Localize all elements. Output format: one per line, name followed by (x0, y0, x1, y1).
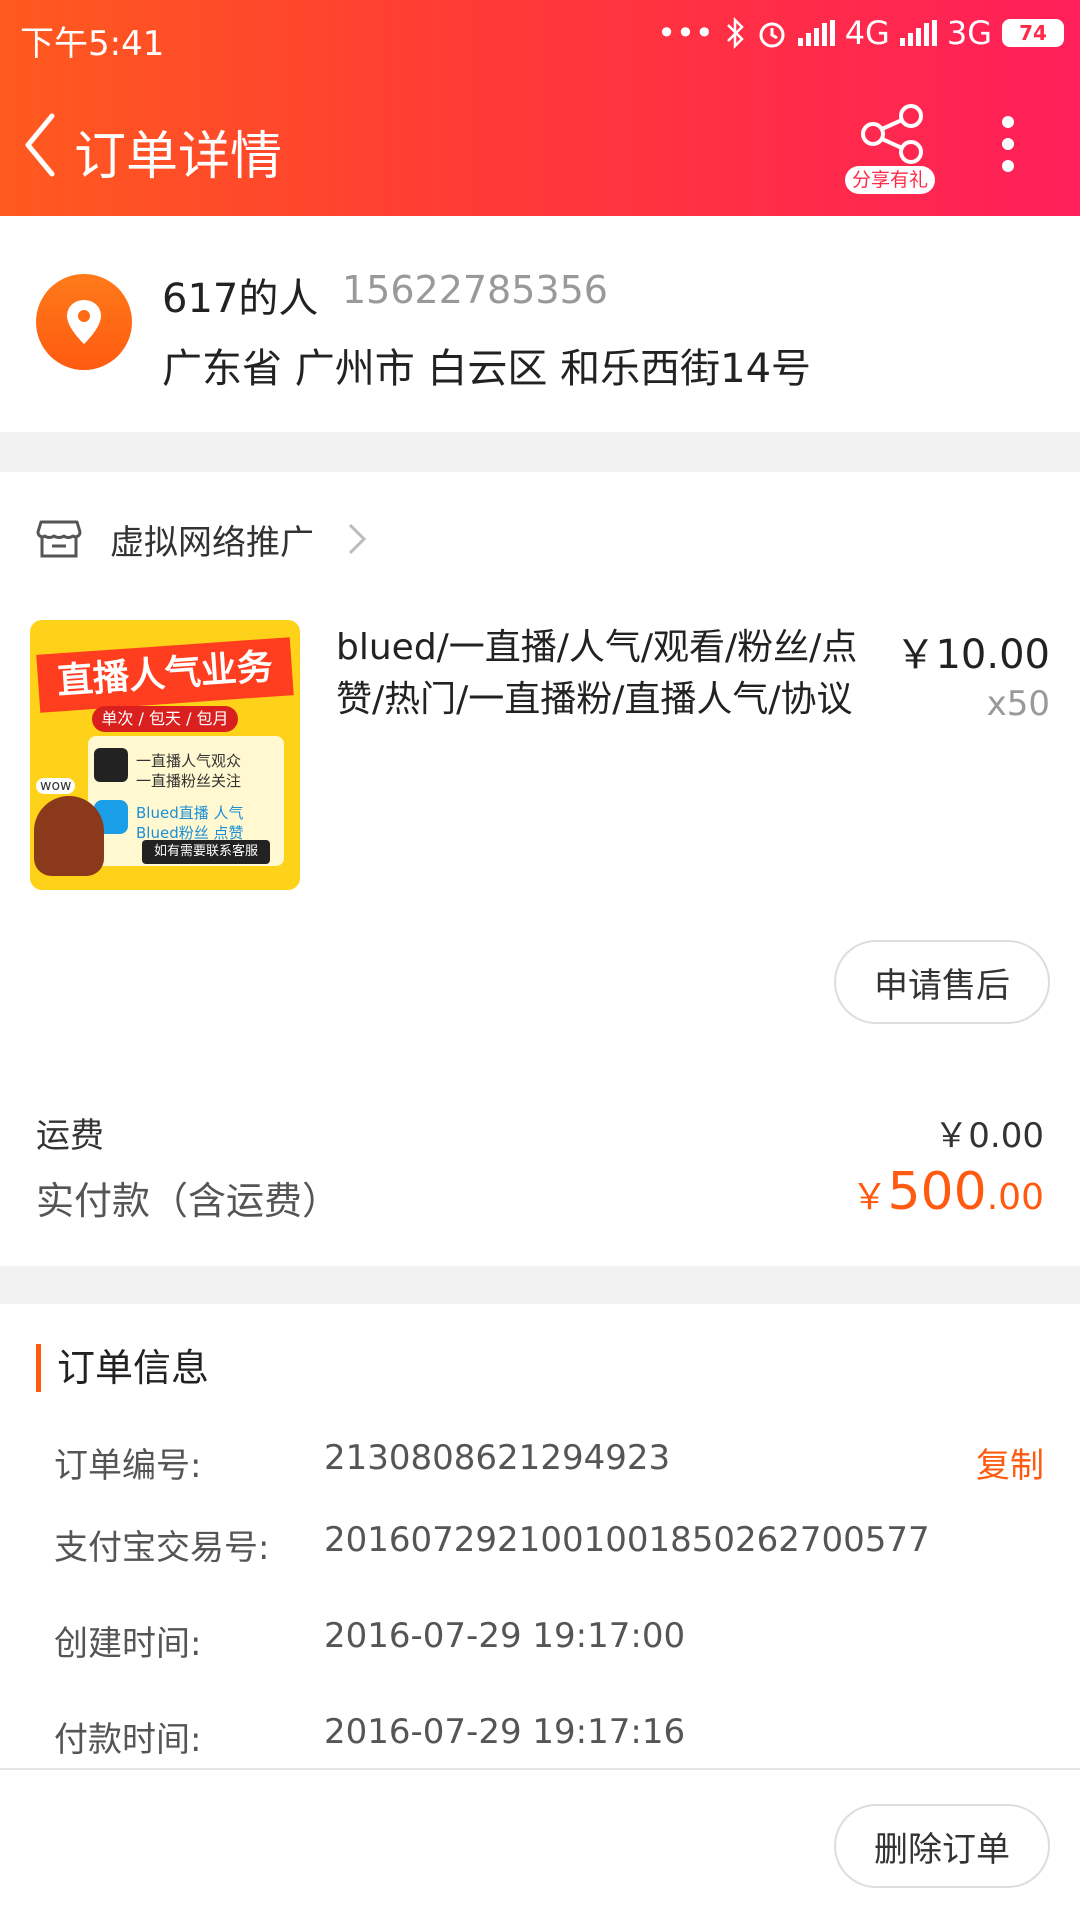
location-pin-icon (36, 274, 132, 370)
more-dots-icon: ••• (657, 14, 714, 52)
shipping-label: 运费 (36, 1116, 104, 1156)
network-4g: 4G (844, 14, 890, 52)
paid-currency: ￥ (851, 1177, 888, 1218)
delete-order-button[interactable]: 删除订单 (834, 1804, 1050, 1888)
info-label: 付款时间: (54, 1720, 202, 1760)
address-section[interactable]: 617的人 15622785356 广东省 广州市 白云区 和乐西街14号 (0, 216, 1080, 432)
info-value: 2016072921001001850262700577 (324, 1520, 930, 1560)
paid-label: 实付款（含运费） (36, 1179, 341, 1223)
shipping-fee-row: 运费 ￥0.00 (36, 1108, 1044, 1158)
app-header: 下午5:41 ••• 4G 3G 74 订单详情 分享有礼 (0, 0, 1080, 216)
cartoon-character-icon (34, 796, 104, 876)
paid-decimal: .00 (986, 1177, 1044, 1218)
more-menu-icon[interactable] (994, 116, 1022, 176)
yizhibo-logo-icon (94, 748, 128, 782)
recipient-address: 广东省 广州市 白云区 和乐西街14号 (162, 346, 812, 392)
order-info-section: 订单信息 订单编号: 2130808621294923 复制 支付宝交易号: 2… (0, 1304, 1080, 1768)
info-value: 2016-07-29 19:17:16 (324, 1712, 686, 1752)
paid-integer: 500 (887, 1162, 987, 1222)
thumbnail-footer: 如有需要联系客服 (142, 840, 270, 864)
signal-icon-2 (899, 20, 937, 46)
thumbnail-line: 一直播粉丝关注 (136, 772, 242, 790)
alipay-trade-row: 支付宝交易号: 2016072921001001850262700577 (54, 1520, 1044, 1570)
product-title[interactable]: blued/一直播/人气/观看/粉丝/点赞/热门/一直播粉/直播人气/协议 (336, 622, 896, 726)
status-time: 下午5:41 (20, 24, 165, 64)
share-button[interactable]: 分享有礼 (845, 102, 935, 194)
share-icon (861, 104, 923, 164)
thumbnail-banner: 直播人气业务 (36, 637, 294, 713)
page-title: 订单详情 (74, 127, 283, 187)
shop-link[interactable]: 虚拟网络推广 (36, 514, 368, 564)
nav-bar: 订单详情 分享有礼 (0, 96, 1080, 196)
recipient-phone: 15622785356 (342, 268, 608, 312)
signal-icon (797, 20, 835, 46)
store-icon (36, 520, 82, 558)
order-info-title: 订单信息 (36, 1344, 209, 1392)
bottom-action-bar: 删除订单 (0, 1768, 1080, 1920)
created-time-row: 创建时间: 2016-07-29 19:17:00 (54, 1616, 1044, 1666)
info-label: 支付宝交易号: (54, 1528, 270, 1568)
info-value: 2130808621294923 (324, 1438, 671, 1478)
back-arrow-icon[interactable] (20, 110, 60, 180)
product-section: 虚拟网络推广 直播人气业务 单次 / 包天 / 包月 一直播人气观众 一直播粉丝… (0, 472, 1080, 1266)
info-label: 订单编号: (54, 1446, 202, 1486)
shop-name: 虚拟网络推广 (110, 522, 314, 563)
status-bar: 下午5:41 ••• 4G 3G 74 (0, 0, 1080, 76)
paid-time-row: 付款时间: 2016-07-29 19:17:16 (54, 1712, 1044, 1762)
info-value: 2016-07-29 19:17:00 (324, 1616, 686, 1656)
alarm-icon (759, 22, 785, 48)
product-price: ￥10.00 (895, 632, 1050, 678)
status-icons: ••• 4G 3G 74 (657, 14, 1064, 52)
after-sale-button[interactable]: 申请售后 (834, 940, 1050, 1024)
order-number-row: 订单编号: 2130808621294923 复制 (54, 1438, 1044, 1488)
share-label: 分享有礼 (845, 166, 935, 194)
paid-amount-row: 实付款（含运费） ￥500.00 (36, 1162, 1044, 1240)
paid-amount: ￥500.00 (851, 1162, 1044, 1222)
battery-icon: 74 (1002, 19, 1064, 47)
thumbnail-sub: 单次 / 包天 / 包月 (92, 706, 238, 732)
thumbnail-line: Blued直播 人气 (136, 804, 244, 822)
thumbnail-line: 一直播人气观众 (136, 752, 242, 770)
shipping-value: ￥0.00 (934, 1116, 1044, 1156)
bluetooth-icon (726, 17, 744, 49)
info-label: 创建时间: (54, 1624, 202, 1664)
network-3g: 3G (946, 14, 992, 52)
thumbnail-badge: wow (36, 778, 76, 794)
chevron-right-icon (348, 523, 367, 555)
product-quantity: x50 (986, 684, 1050, 724)
product-thumbnail[interactable]: 直播人气业务 单次 / 包天 / 包月 一直播人气观众 一直播粉丝关注 Blue… (30, 620, 300, 890)
recipient-name: 617的人 (162, 276, 319, 322)
copy-button[interactable]: 复制 (976, 1438, 1044, 1487)
